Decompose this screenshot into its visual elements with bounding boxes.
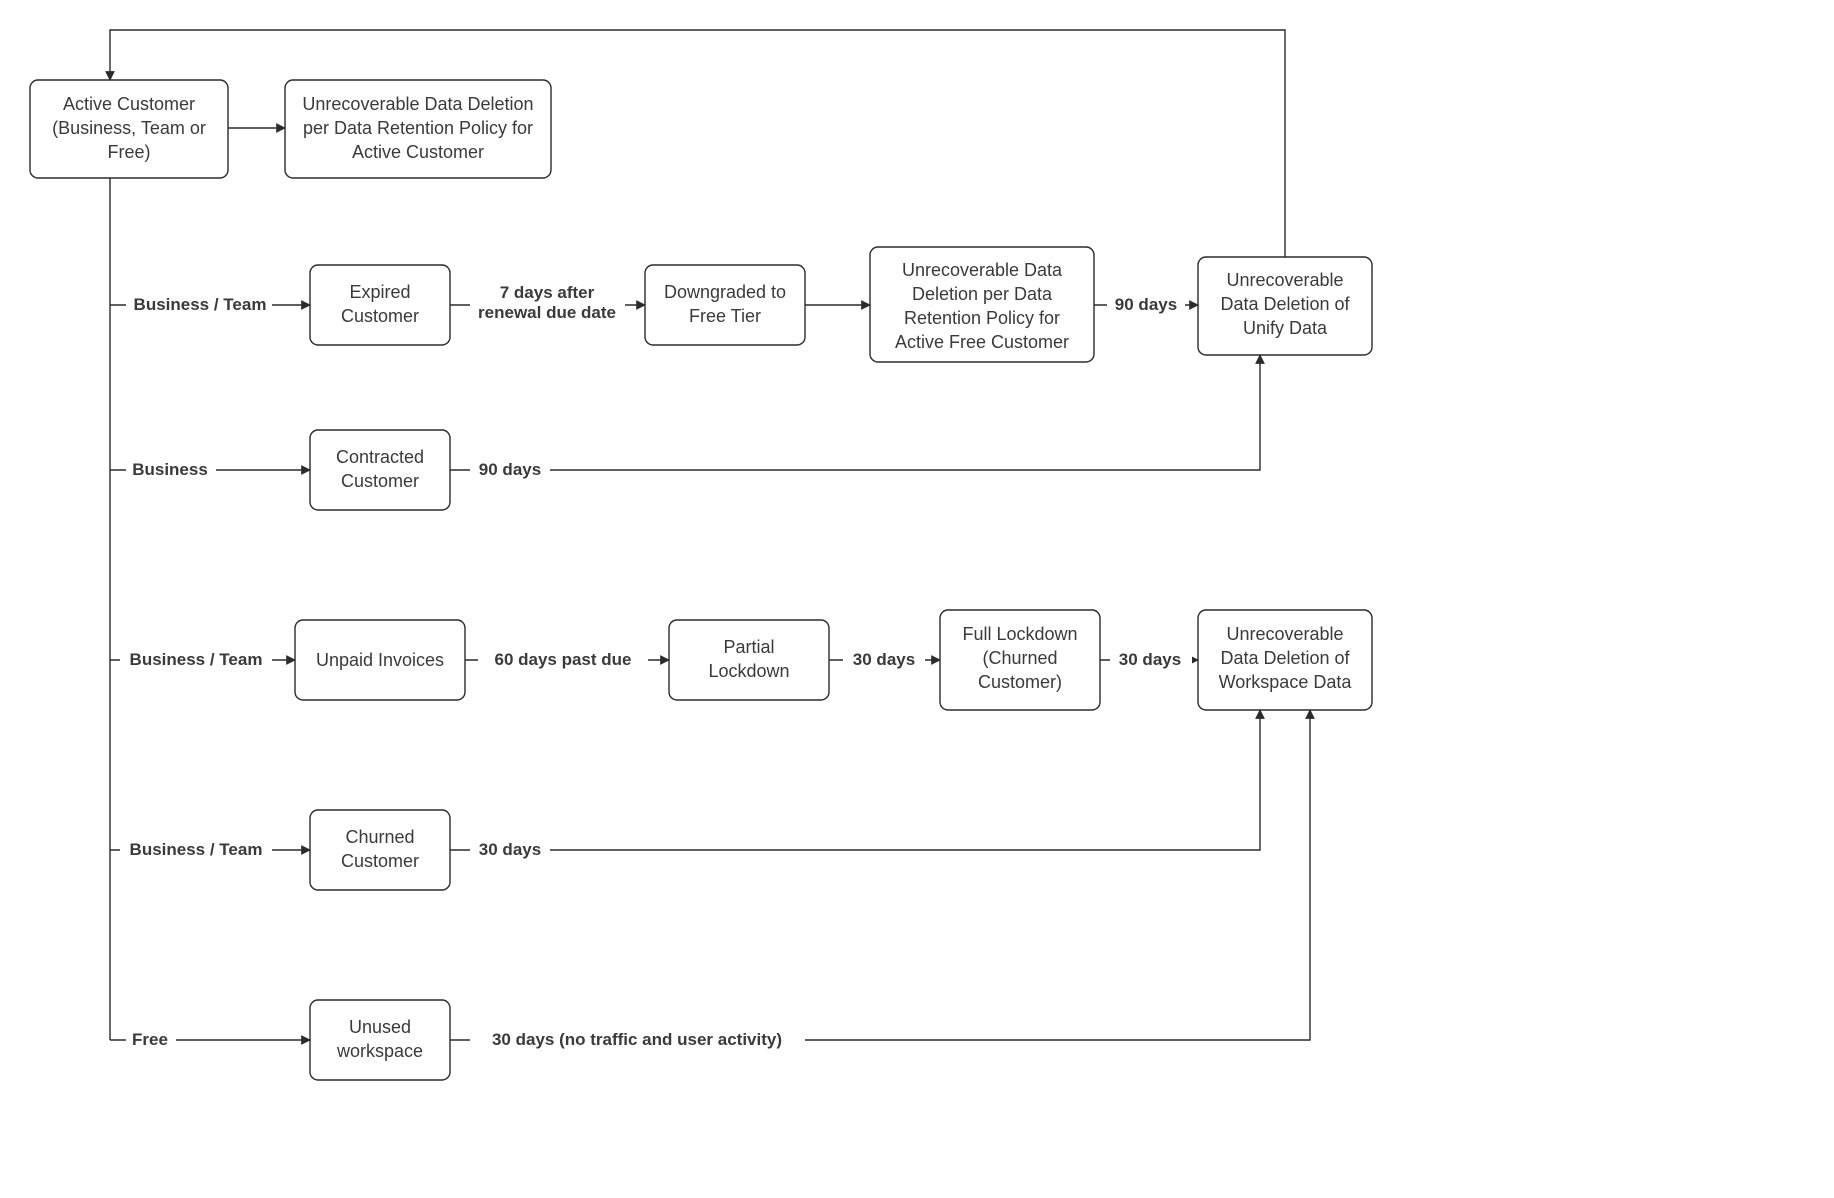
node-unrec-free-line3: Retention Policy for <box>904 308 1060 328</box>
node-downgraded-line1: Downgraded to <box>664 282 786 302</box>
edge-label-business: Business <box>132 460 208 479</box>
node-unused-line2: workspace <box>336 1041 423 1061</box>
edge-label-30-d: 30 days (no traffic and user activity) <box>492 1030 782 1049</box>
node-unrecoverable-active: Unrecoverable Data Deletion per Data Ret… <box>285 80 551 178</box>
node-contracted-customer: Contracted Customer <box>310 430 450 510</box>
edge-label-bt-expired: Business / Team <box>134 295 267 314</box>
edge-unused-to-unrecws <box>450 710 1310 1040</box>
node-active-customer-line2: (Business, Team or <box>52 118 206 138</box>
node-unrec-free-line4: Active Free Customer <box>895 332 1069 352</box>
edge-churned-to-unrecws <box>450 710 1260 850</box>
node-churned-customer: Churned Customer <box>310 810 450 890</box>
node-unrec-unify-line1: Unrecoverable <box>1226 270 1343 290</box>
node-unrec-unify-line3: Unify Data <box>1243 318 1328 338</box>
node-unrecoverable-active-line1: Unrecoverable Data Deletion <box>302 94 533 114</box>
edge-label-30-c: 30 days <box>479 840 541 859</box>
edge-label-bt-unpaid: Business / Team <box>130 650 263 669</box>
flow-diagram: Active Customer (Business, Team or Free)… <box>0 0 1834 1198</box>
node-contracted-line2: Customer <box>341 471 419 491</box>
node-downgraded-line2: Free Tier <box>689 306 761 326</box>
edge-label-90-a: 90 days <box>1115 295 1177 314</box>
node-churned-line2: Customer <box>341 851 419 871</box>
node-unrec-ws-line3: Workspace Data <box>1219 672 1353 692</box>
node-unrec-ws-line1: Unrecoverable <box>1226 624 1343 644</box>
node-unpaid-invoices: Unpaid Invoices <box>295 620 465 700</box>
node-unpaid-line1: Unpaid Invoices <box>316 650 444 670</box>
edge-label-bt-churned: Business / Team <box>130 840 263 859</box>
node-full-line1: Full Lockdown <box>962 624 1077 644</box>
node-unrecoverable-free: Unrecoverable Data Deletion per Data Ret… <box>870 247 1094 362</box>
node-unrec-free-line2: Deletion per Data <box>912 284 1053 304</box>
node-full-line3: Customer) <box>978 672 1062 692</box>
node-full-lockdown: Full Lockdown (Churned Customer) <box>940 610 1100 710</box>
edge-label-7days-b: renewal due date <box>478 303 616 322</box>
node-active-customer: Active Customer (Business, Team or Free) <box>30 80 228 178</box>
node-expired-line2: Customer <box>341 306 419 326</box>
node-downgraded-free: Downgraded to Free Tier <box>645 265 805 345</box>
node-unrec-ws-line2: Data Deletion of <box>1220 648 1350 668</box>
node-expired-customer: Expired Customer <box>310 265 450 345</box>
edge-label-7days-a: 7 days after <box>500 283 595 302</box>
node-full-line2: (Churned <box>982 648 1057 668</box>
node-unrecoverable-unify: Unrecoverable Data Deletion of Unify Dat… <box>1198 257 1372 355</box>
node-unrecoverable-active-line3: Active Customer <box>352 142 484 162</box>
node-expired-line1: Expired <box>349 282 410 302</box>
node-unrec-unify-line2: Data Deletion of <box>1220 294 1350 314</box>
node-contracted-line1: Contracted <box>336 447 424 467</box>
node-active-customer-line1: Active Customer <box>63 94 195 114</box>
node-churned-line1: Churned <box>345 827 414 847</box>
node-active-customer-line3: Free) <box>107 142 150 162</box>
edge-label-60: 60 days past due <box>494 650 631 669</box>
edge-contracted-to-unify <box>450 355 1260 470</box>
node-unused-line1: Unused <box>349 1017 411 1037</box>
node-partial-line1: Partial <box>723 637 774 657</box>
node-partial-line2: Lockdown <box>708 661 789 681</box>
node-unrec-free-line1: Unrecoverable Data <box>902 260 1063 280</box>
edge-label-30-b: 30 days <box>1119 650 1181 669</box>
edge-label-free: Free <box>132 1030 168 1049</box>
node-unused-workspace: Unused workspace <box>310 1000 450 1080</box>
node-partial-lockdown: Partial Lockdown <box>669 620 829 700</box>
edge-label-90-b: 90 days <box>479 460 541 479</box>
node-unrecoverable-active-line2: per Data Retention Policy for <box>303 118 533 138</box>
node-unrecoverable-workspace: Unrecoverable Data Deletion of Workspace… <box>1198 610 1372 710</box>
edge-label-30-a: 30 days <box>853 650 915 669</box>
